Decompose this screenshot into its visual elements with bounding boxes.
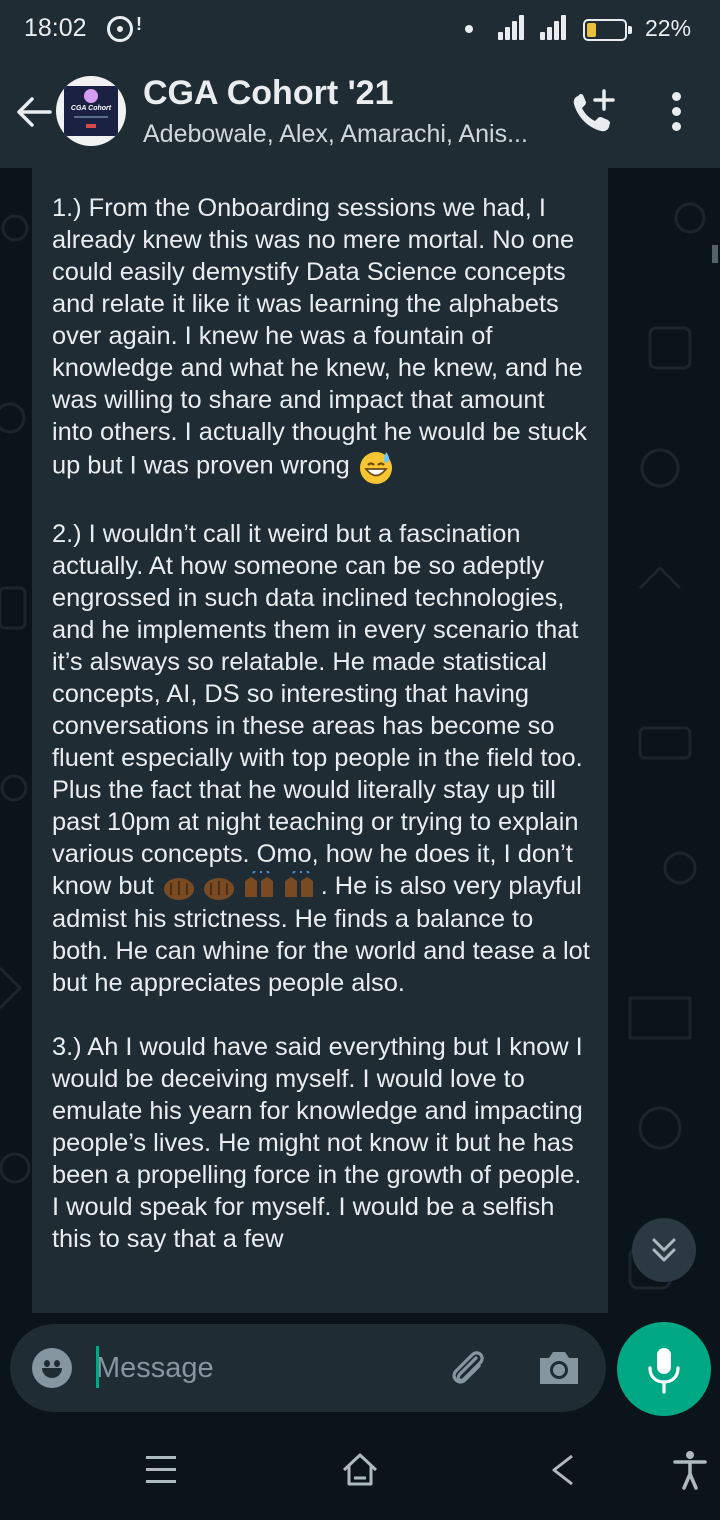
battery-icon [583,19,632,41]
group-avatar[interactable]: CGA Cohort [56,76,126,146]
more-options-icon[interactable] [666,92,686,132]
camera-icon[interactable] [536,1348,582,1388]
recent-apps-icon[interactable] [146,1456,176,1486]
paperclip-icon[interactable] [446,1346,492,1392]
notification-dot-icon [465,25,473,33]
paragraph-1: 1.) From the Onboarding sessions we had,… [52,194,595,480]
message-text: 1.) From the Onboarding sessions we had,… [52,192,592,1255]
double-chevron-down-icon [652,1238,676,1262]
signal-strength-icon-2 [540,14,570,40]
message-composer [10,1324,606,1412]
microphone-icon [648,1348,680,1394]
signal-strength-icon [498,14,528,40]
status-time: 18:02 [24,14,87,42]
messenger-notification-icon [107,16,133,42]
alert-notification-icon: ! [136,14,142,34]
battery-percent: 22% [645,15,692,41]
text-caret [96,1346,99,1388]
paragraph-3: 3.) Ah I would have said everything but … [52,1033,590,1254]
avatar-logo-text: CGA Cohort [70,105,112,112]
back-arrow-icon[interactable] [14,92,54,132]
status-bar: 18:02 ! 22% [0,0,720,58]
system-navigation-bar [0,1416,720,1520]
emoji-icon[interactable] [32,1348,72,1388]
message-bubble[interactable]: 1.) From the Onboarding sessions we had,… [32,168,608,1313]
clapping-raising-hands-emoji-icon [163,871,313,901]
chat-title[interactable]: CGA Cohort '21 [143,74,394,113]
paragraph-2: 2.) I wouldn’t call it weird but a fasci… [52,520,590,900]
battery-level-fill [587,23,596,37]
chat-header: CGA Cohort CGA Cohort '21 Adebowale, Ale… [0,58,720,168]
nav-back-icon[interactable] [548,1452,578,1488]
chat-area[interactable]: 1.) From the Onboarding sessions we had,… [0,168,720,1412]
add-call-icon[interactable] [568,88,618,138]
message-input[interactable] [96,1342,426,1394]
scroll-indicator[interactable] [712,245,718,263]
voice-message-button[interactable] [617,1322,711,1416]
accessibility-icon[interactable] [673,1450,707,1490]
scroll-to-bottom-button[interactable] [632,1218,696,1282]
home-icon[interactable] [340,1450,380,1490]
chat-participants[interactable]: Adebowale, Alex, Amarachi, Anis... [143,120,538,149]
grinning-sweat-emoji-icon [359,452,392,484]
